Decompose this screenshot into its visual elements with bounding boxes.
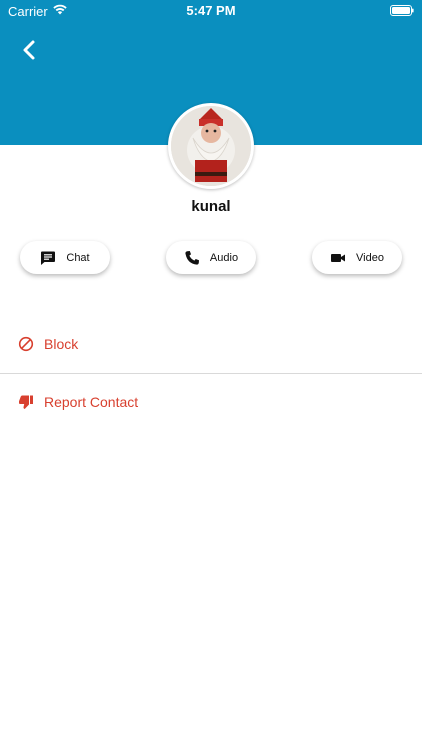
report-contact-label: Report Contact [44, 394, 139, 410]
video-call-button[interactable]: Video [312, 241, 402, 274]
chat-button-label: Chat [66, 251, 90, 264]
back-button[interactable] [16, 36, 44, 64]
phone-icon [185, 250, 199, 265]
chevron-left-icon [23, 40, 35, 60]
block-label: Block [44, 336, 79, 352]
audio-button-label: Audio [209, 251, 239, 264]
thumbs-down-icon [19, 395, 33, 409]
avatar [168, 103, 254, 189]
avatar-image [171, 106, 251, 186]
report-contact-item[interactable]: Report Contact [0, 382, 422, 422]
audio-call-button[interactable]: Audio [166, 241, 256, 274]
menu-divider [0, 373, 422, 374]
block-contact-item[interactable]: Block [0, 324, 422, 364]
status-bar: Carrier 5:47 PM [0, 0, 422, 22]
chat-bubble-icon [41, 251, 56, 265]
status-time: 5:47 PM [186, 3, 236, 18]
chat-button[interactable]: Chat [20, 241, 110, 274]
battery-icon [390, 5, 414, 16]
contact-name: kunal [191, 198, 231, 215]
video-camera-icon [331, 253, 346, 262]
video-button-label: Video [356, 251, 384, 264]
block-icon [18, 336, 34, 352]
